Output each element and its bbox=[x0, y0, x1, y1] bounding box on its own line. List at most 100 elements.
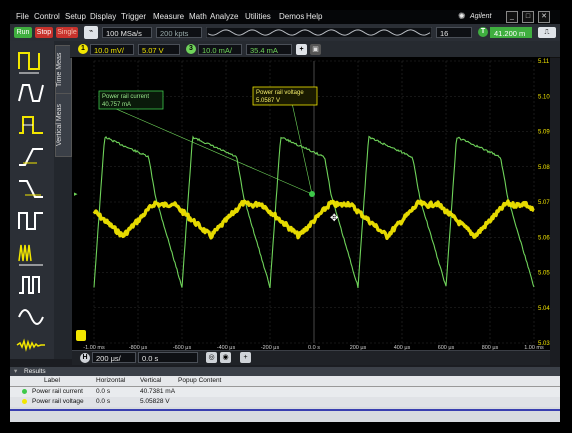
move-cursor-icon: ✥ bbox=[330, 213, 338, 224]
results-row-current[interactable]: Power rail current 0.0 s 40.7381 mA bbox=[10, 387, 560, 397]
col-popup-content[interactable]: Popup Content bbox=[178, 376, 221, 386]
oscilloscope-window: File Control Setup Display Trigger Measu… bbox=[10, 10, 560, 422]
results-panel: ▾ Results Label Horizontal Vertical Popu… bbox=[10, 367, 560, 422]
add-channel-icon[interactable]: + bbox=[296, 44, 307, 55]
row-label: Power rail voltage bbox=[32, 398, 84, 405]
y-tick-label: 5.10 V bbox=[538, 94, 550, 100]
sample-rate-field[interactable]: 100 MSa/s bbox=[102, 27, 152, 38]
results-scroll-accent bbox=[10, 409, 560, 411]
results-header: ▾ Results bbox=[10, 367, 560, 376]
pulse-width-icon[interactable] bbox=[15, 111, 47, 139]
menu-help[interactable]: Help bbox=[306, 12, 322, 21]
menu-file[interactable]: File bbox=[16, 12, 29, 21]
timebase-bar: H 200 μs/ 0.0 s ◎ ◉ + bbox=[72, 350, 550, 365]
row-vertical: 5.05828 V bbox=[140, 398, 170, 405]
menu-bar: File Control Setup Display Trigger Measu… bbox=[10, 10, 560, 24]
row-horizontal: 0.0 s bbox=[96, 398, 111, 405]
restore-button[interactable]: □ bbox=[522, 11, 534, 23]
autoscale-icon[interactable]: ⌁ bbox=[84, 26, 98, 39]
results-row-voltage[interactable]: Power rail voltage 0.0 s 5.05828 V bbox=[10, 397, 560, 407]
period-meas-icon[interactable] bbox=[15, 47, 47, 75]
measurement-palette bbox=[10, 41, 55, 359]
menu-control[interactable]: Control bbox=[34, 12, 60, 21]
voltage-marker-title: Power rail voltage bbox=[256, 90, 304, 96]
close-button[interactable]: ✕ bbox=[538, 11, 550, 23]
waveform-display[interactable]: 5.11 V 5.10 V 5.09 V 5.08 V 5.07 V 5.06 V 5.05… bbox=[72, 57, 550, 351]
y-tick-label: 5.04 V bbox=[538, 306, 550, 312]
col-horizontal[interactable]: Horizontal bbox=[96, 376, 125, 386]
stop-button[interactable]: Stop bbox=[35, 27, 53, 38]
ch1-ground-marker[interactable] bbox=[76, 330, 86, 341]
menu-measure[interactable]: Measure bbox=[153, 12, 184, 21]
y-axis-labels: 5.11 V 5.10 V 5.09 V 5.08 V 5.07 V 5.06 V 5.05… bbox=[538, 59, 550, 347]
measurement-tabs: Time Meas Vertical Meas bbox=[54, 41, 72, 359]
single-button[interactable]: Single bbox=[56, 27, 78, 38]
menu-setup[interactable]: Setup bbox=[65, 12, 86, 21]
waveform-overview-strip bbox=[206, 27, 432, 38]
y-tick-label: 5.06 V bbox=[538, 235, 550, 241]
voltage-marker-value: 5.0587 V bbox=[256, 98, 280, 104]
noise-meas-icon[interactable] bbox=[15, 331, 47, 359]
brand-label: Agilent bbox=[470, 13, 492, 20]
y-tick-label: 5.07 V bbox=[538, 200, 550, 206]
collapse-icon[interactable]: ▾ bbox=[14, 367, 17, 376]
menu-math[interactable]: Math bbox=[189, 12, 207, 21]
phase-meas-icon[interactable] bbox=[15, 271, 47, 299]
voltage-color-dot bbox=[22, 399, 27, 404]
trigger-mode-icon[interactable]: ⎍ bbox=[538, 27, 556, 38]
rise-time-icon[interactable] bbox=[15, 143, 47, 171]
current-color-dot bbox=[22, 389, 27, 394]
ch3-badge[interactable]: 3 bbox=[186, 44, 196, 54]
y-tick-label: 5.11 V bbox=[538, 59, 550, 65]
horizontal-settings-icon[interactable]: ◉ bbox=[220, 352, 231, 363]
row-vertical: 40.7381 mA bbox=[140, 388, 176, 395]
ch3-ground-marker[interactable]: ▸ bbox=[74, 191, 78, 198]
current-marker-title: Power rail current bbox=[102, 94, 149, 100]
menu-utilities[interactable]: Utilities bbox=[245, 12, 271, 21]
menu-display[interactable]: Display bbox=[90, 12, 116, 21]
acquisition-toolbar: Run Stop Single ⌁ 100 MSa/s 200 kpts 16 … bbox=[10, 24, 560, 42]
zoom-icon[interactable]: ◎ bbox=[206, 352, 217, 363]
horizontal-badge[interactable]: H bbox=[80, 353, 90, 363]
add-horizontal-icon[interactable]: + bbox=[240, 352, 251, 363]
channel-settings-icon[interactable]: ▣ bbox=[310, 44, 321, 55]
run-button[interactable]: Run bbox=[14, 27, 32, 38]
memory-depth-field[interactable]: 200 kpts bbox=[156, 27, 202, 38]
timebase-scale-field[interactable]: 200 μs/ bbox=[92, 352, 136, 363]
voltage-marker-leader bbox=[291, 102, 313, 195]
current-marker-box[interactable]: Power rail current 40.757 mA bbox=[98, 90, 164, 110]
voltage-marker-box[interactable]: Power rail voltage 5.0587 V bbox=[252, 86, 318, 106]
col-label[interactable]: Label bbox=[44, 376, 60, 386]
menu-analyze[interactable]: Analyze bbox=[210, 12, 238, 21]
sine-wave-icon[interactable] bbox=[15, 303, 47, 331]
current-marker-value: 40.757 mA bbox=[102, 102, 131, 108]
y-tick-label: 5.09 V bbox=[538, 130, 550, 136]
ch3-offset-field[interactable]: 35.4 mA bbox=[246, 44, 292, 55]
burst-width-icon[interactable] bbox=[15, 239, 47, 267]
minimize-button[interactable]: _ bbox=[506, 11, 518, 23]
ch3-scale-field[interactable]: 10.0 mA/ bbox=[198, 44, 242, 55]
trigger-badge[interactable]: T bbox=[478, 27, 488, 37]
y-tick-label: 5.05 V bbox=[538, 271, 550, 277]
fall-time-icon[interactable] bbox=[15, 175, 47, 203]
agilent-spark-icon: ✺ bbox=[458, 11, 466, 21]
menu-trigger[interactable]: Trigger bbox=[121, 12, 146, 21]
averaging-field[interactable]: 16 bbox=[436, 27, 472, 38]
ch1-offset-field[interactable]: 5.07 V bbox=[138, 44, 180, 55]
ch1-badge[interactable]: 1 bbox=[78, 44, 88, 54]
row-horizontal: 0.0 s bbox=[96, 388, 111, 395]
frequency-meas-icon[interactable] bbox=[15, 79, 47, 107]
channel-toolbar: 1 10.0 mV/ 5.07 V 3 10.0 mA/ 35.4 mA + ▣ bbox=[70, 41, 560, 58]
ch1-scale-field[interactable]: 10.0 mV/ bbox=[90, 44, 134, 55]
y-tick-label: 5.08 V bbox=[538, 165, 550, 171]
menu-demos[interactable]: Demos bbox=[279, 12, 304, 21]
tab-vertical-meas[interactable]: Vertical Meas bbox=[55, 93, 72, 157]
trigger-level-field[interactable]: 41.200 m bbox=[490, 27, 532, 38]
col-vertical[interactable]: Vertical bbox=[140, 376, 161, 386]
results-title: Results bbox=[24, 368, 46, 375]
marker-point[interactable] bbox=[309, 191, 315, 197]
duty-cycle-icon[interactable] bbox=[15, 207, 47, 235]
timebase-delay-field[interactable]: 0.0 s bbox=[138, 352, 198, 363]
results-column-headers: Label Horizontal Vertical Popup Content bbox=[10, 376, 560, 387]
row-label: Power rail current bbox=[32, 388, 83, 395]
